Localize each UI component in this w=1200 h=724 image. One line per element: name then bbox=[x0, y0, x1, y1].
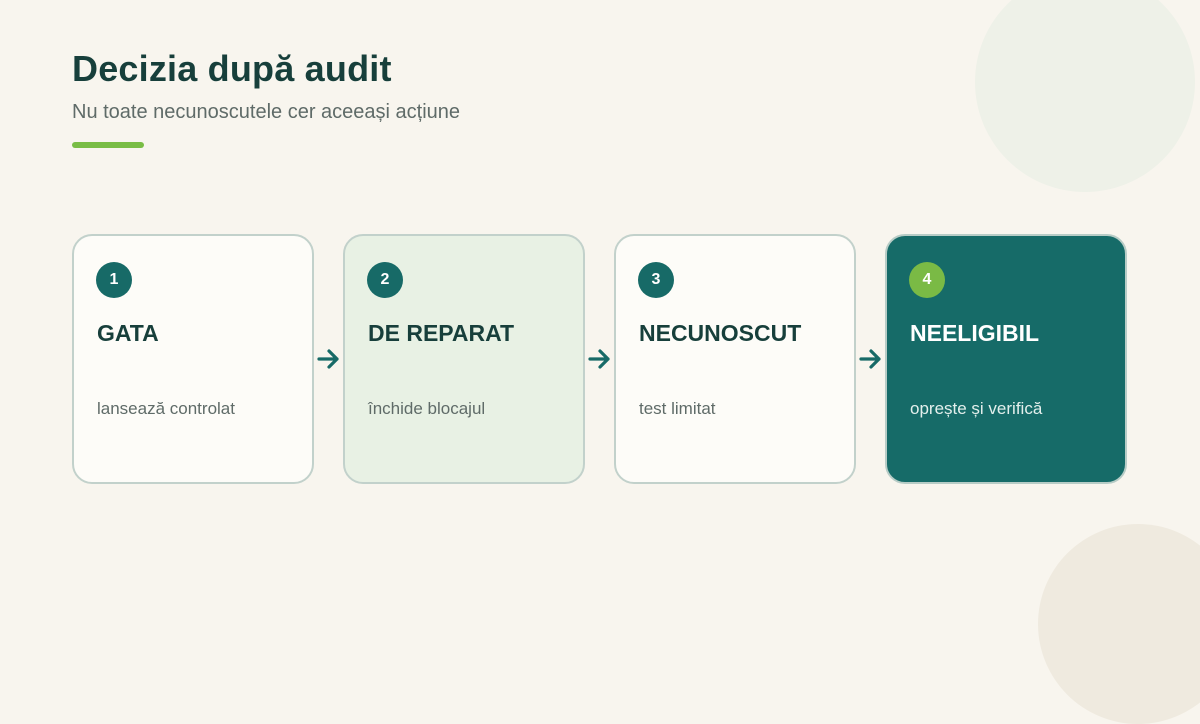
step-description: oprește și verifică bbox=[910, 399, 1043, 418]
step-title: NEELIGIBIL bbox=[910, 320, 1040, 346]
step-card-3: 3 NECUNOSCUT test limitat bbox=[614, 234, 856, 484]
decorative-circle-top bbox=[975, 0, 1195, 192]
step-number-badge: 2 bbox=[367, 262, 403, 298]
step-number-badge: 4 bbox=[909, 262, 945, 298]
step-description: lansează controlat bbox=[97, 399, 235, 418]
step-number-badge: 1 bbox=[96, 262, 132, 298]
arrow-right-icon bbox=[859, 349, 881, 369]
step-description: test limitat bbox=[639, 399, 716, 418]
page-subtitle: Nu toate necunoscutele cer aceeași acțiu… bbox=[72, 101, 461, 123]
arrow-right-icon bbox=[588, 349, 610, 369]
step-card-2: 2 DE REPARAT închide blocajul bbox=[343, 234, 585, 484]
step-title: GATA bbox=[97, 320, 159, 346]
step-title: NECUNOSCUT bbox=[639, 320, 802, 346]
step-number-badge: 3 bbox=[638, 262, 674, 298]
decorative-circle-bottom bbox=[1038, 524, 1200, 724]
title-accent-bar bbox=[72, 142, 144, 148]
step-description: închide blocajul bbox=[368, 399, 486, 418]
page-title: Decizia după audit bbox=[72, 48, 392, 89]
step-title: DE REPARAT bbox=[368, 320, 515, 346]
step-card-4: 4 NEELIGIBIL oprește și verifică bbox=[885, 234, 1127, 484]
step-card-1: 1 GATA lansează controlat bbox=[72, 234, 314, 484]
arrow-right-icon bbox=[317, 349, 339, 369]
